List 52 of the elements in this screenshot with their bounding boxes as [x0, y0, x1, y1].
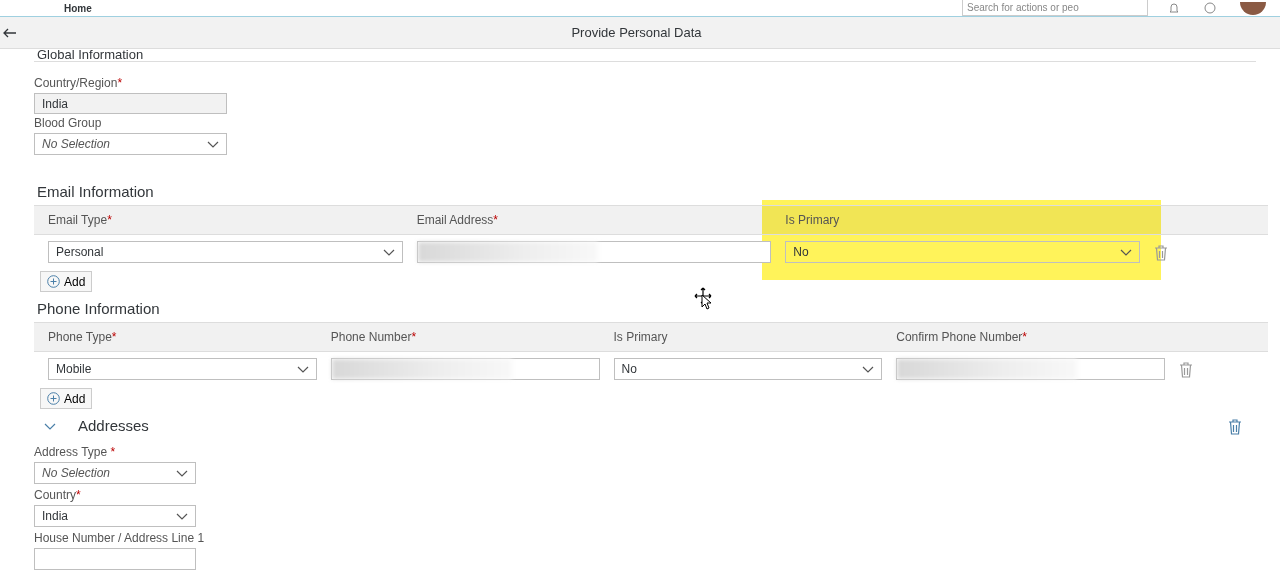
input-field[interactable]	[34, 548, 196, 570]
chevron-down-icon	[176, 469, 188, 477]
field-label: Phone Number*	[330, 330, 418, 344]
chevron-down-icon	[44, 422, 56, 430]
trash-icon	[1179, 361, 1193, 378]
input-field[interactable]	[330, 358, 600, 380]
chevron-down-icon	[862, 365, 875, 373]
avatar-icon	[1240, 2, 1266, 16]
field-label: Phone Type*	[48, 330, 118, 344]
section-title: Addresses	[78, 417, 149, 435]
plus-circle-icon	[47, 392, 60, 405]
bell-icon	[1168, 2, 1180, 14]
dropdown-field[interactable]: Mobile	[48, 358, 317, 380]
plus-circle-icon	[47, 275, 60, 288]
chevron-down-icon	[207, 140, 219, 148]
input-field[interactable]	[896, 358, 1165, 380]
trash-icon	[1228, 418, 1242, 435]
help-icon	[1204, 2, 1216, 14]
section-title: Global Information	[37, 47, 144, 62]
field-label: Email Address*	[416, 213, 500, 227]
field-label: Confirm Phone Number*	[896, 330, 1028, 344]
dropdown-field[interactable]: No Selection	[34, 462, 196, 484]
chevron-down-icon	[176, 512, 188, 520]
expand-toggle[interactable]	[44, 422, 56, 430]
field-label: Blood Group	[34, 116, 102, 130]
section-title: Email Information	[37, 183, 154, 200]
dropdown-field[interactable]: No	[785, 241, 1140, 263]
home-link[interactable]: Home	[64, 2, 92, 16]
dropdown-field[interactable]: No	[613, 358, 883, 380]
delete-button[interactable]	[1228, 417, 1242, 435]
chevron-down-icon	[296, 365, 309, 373]
field-label: House Number / Address Line 1	[34, 531, 205, 545]
field-label: Email Type*	[48, 213, 113, 227]
back-arrow-icon	[3, 27, 17, 38]
dropdown-field[interactable]: Personal	[48, 241, 403, 263]
dropdown-field[interactable]: India	[34, 505, 196, 527]
search-field[interactable]: Search for actions or peo	[962, 0, 1148, 16]
chevron-down-icon	[382, 248, 395, 256]
input-field[interactable]	[416, 241, 772, 263]
section-title: Phone Information	[37, 300, 160, 317]
field-label: Is Primary	[613, 330, 669, 344]
field-label: Country/Region*	[34, 76, 123, 90]
page-title: Provide Personal Data	[570, 23, 703, 42]
add-button[interactable]: Add	[40, 388, 93, 409]
add-button[interactable]: Add	[40, 271, 93, 292]
field-label: Is Primary	[785, 213, 841, 227]
field-label: Address Type *	[34, 445, 116, 459]
dropdown-field[interactable]: No Selection	[34, 133, 227, 155]
trash-icon	[1154, 244, 1168, 261]
field-label: Country*	[34, 488, 81, 502]
move-cursor-icon	[694, 287, 714, 311]
input-field: India	[34, 93, 227, 114]
